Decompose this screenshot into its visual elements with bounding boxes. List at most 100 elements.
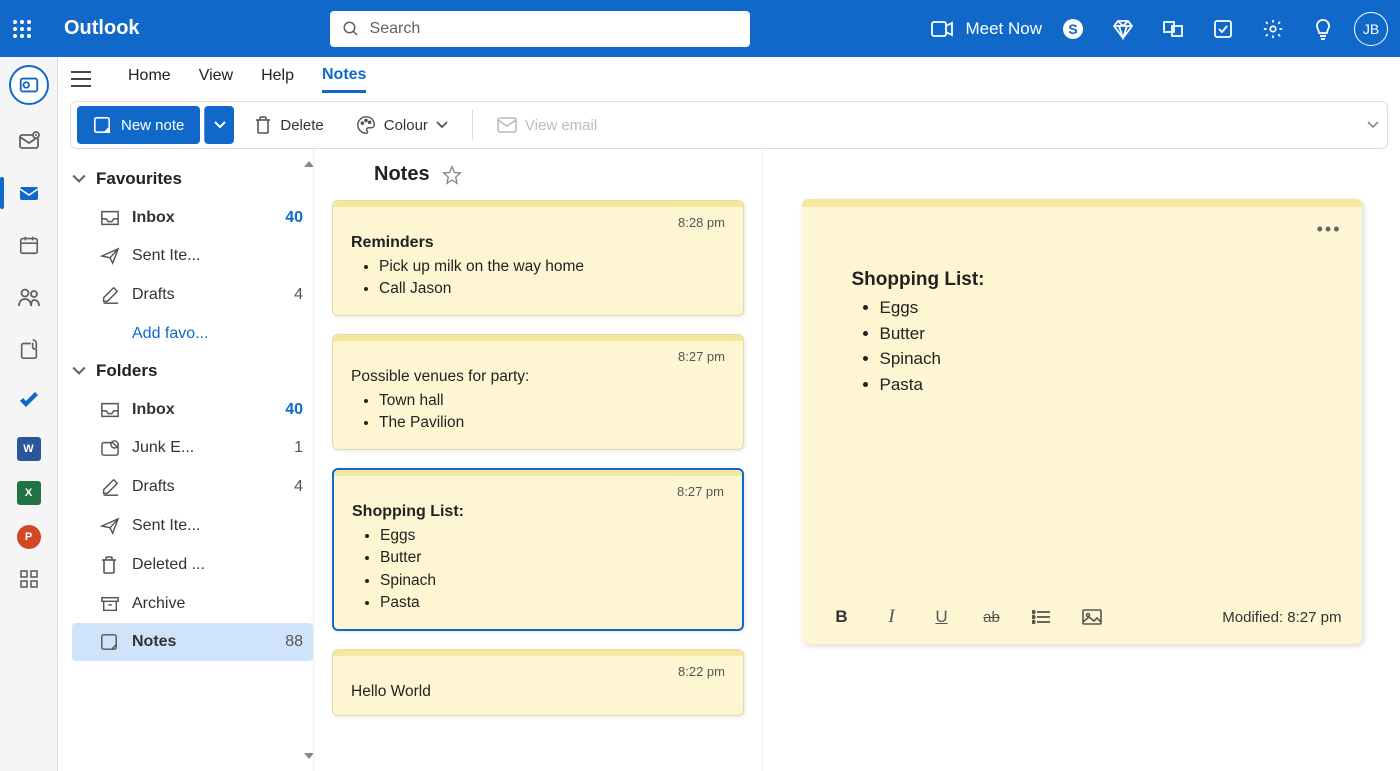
folder-label: Drafts — [132, 286, 282, 304]
rail-calendar-icon[interactable] — [9, 229, 49, 261]
folder-label: Inbox — [132, 401, 273, 419]
folder-item-inbox[interactable]: Inbox40 — [72, 199, 313, 237]
rail-todo-icon[interactable] — [9, 385, 49, 417]
format-image-button[interactable] — [1082, 609, 1102, 625]
tabs-row: Home View Help Notes — [58, 57, 1400, 101]
delete-label: Delete — [280, 117, 323, 134]
notes-list-title: Notes — [374, 163, 430, 186]
note-title: Shopping List: — [352, 503, 724, 521]
folder-label: Inbox — [132, 209, 273, 227]
folder-count: 88 — [285, 633, 303, 651]
note-editor-panel: ••• Shopping List: EggsButterSpinachPast… — [763, 149, 1400, 771]
video-icon — [931, 21, 953, 37]
favourites-header[interactable]: Favourites — [72, 161, 313, 199]
view-email-label: View email — [525, 117, 597, 134]
tab-home[interactable]: Home — [128, 67, 171, 91]
colour-label: Colour — [384, 117, 428, 134]
rail-excel-icon[interactable]: X — [17, 481, 41, 505]
format-strike-button[interactable]: ab — [982, 609, 1002, 626]
folder-item-junk-e-[interactable]: Junk E...1 — [72, 429, 313, 467]
format-list-button[interactable] — [1032, 610, 1052, 624]
folder-item-sent-ite-[interactable]: Sent Ite... — [72, 237, 313, 275]
account-avatar[interactable]: JB — [1354, 12, 1388, 46]
folder-label: Notes — [132, 633, 273, 651]
notes-icon — [100, 633, 120, 651]
editor-bullet-item: Eggs — [880, 295, 1312, 321]
tab-view[interactable]: View — [199, 67, 233, 91]
rail-new-mail-icon[interactable] — [9, 125, 49, 157]
note-icon — [93, 116, 111, 134]
favourites-label: Favourites — [96, 169, 182, 189]
note-card[interactable]: 8:22 pm Hello World — [332, 649, 744, 716]
note-time: 8:22 pm — [351, 664, 725, 679]
folder-item-notes[interactable]: Notes 88 — [72, 623, 313, 661]
settings-gear-icon[interactable] — [1262, 18, 1284, 40]
premium-icon[interactable] — [1112, 18, 1134, 40]
note-more-menu-icon[interactable]: ••• — [1317, 219, 1342, 240]
mail-icon — [497, 117, 517, 133]
folder-item-sent-ite-[interactable]: Sent Ite... — [72, 507, 313, 545]
rail-more-apps-icon[interactable] — [19, 569, 39, 589]
note-first-line: Hello World — [351, 683, 725, 701]
folder-item-drafts[interactable]: Drafts 4 — [72, 275, 313, 315]
chevron-down-icon — [436, 121, 448, 129]
new-note-label: New note — [121, 117, 184, 134]
tab-notes[interactable]: Notes — [322, 66, 366, 93]
skype-icon[interactable]: S — [1062, 18, 1084, 40]
folders-header[interactable]: Folders — [72, 353, 313, 391]
search-input[interactable]: Search — [330, 11, 750, 47]
add-favourite-label: Add favo... — [132, 325, 209, 343]
rail-files-icon[interactable] — [9, 333, 49, 365]
search-placeholder: Search — [370, 20, 421, 38]
colour-button[interactable]: Colour — [344, 106, 460, 144]
note-card[interactable]: 8:27 pmPossible venues for party:Town ha… — [332, 334, 744, 450]
format-italic-button[interactable]: I — [882, 606, 902, 628]
svg-text:S: S — [1068, 21, 1077, 37]
tips-bulb-icon[interactable] — [1312, 18, 1334, 40]
rail-mail-icon[interactable] — [9, 177, 49, 209]
rail-word-icon[interactable]: W — [17, 437, 41, 461]
rail-powerpoint-icon[interactable]: P — [17, 525, 41, 549]
delete-button[interactable]: Delete — [242, 106, 335, 144]
app-title: Outlook — [64, 17, 140, 40]
folder-item-deleted-[interactable]: Deleted ... — [72, 545, 313, 585]
note-title: Reminders — [351, 234, 725, 252]
folder-item-inbox[interactable]: Inbox 40 — [72, 391, 313, 429]
modified-timestamp: Modified: 8:27 pm — [1222, 609, 1341, 626]
folder-label: Archive — [132, 595, 303, 613]
note-content[interactable]: Shopping List: EggsButterSpinachPasta — [802, 199, 1362, 594]
outlook-app-icon[interactable] — [9, 65, 49, 105]
translate-icon[interactable] — [1162, 18, 1184, 40]
note-first-line: Possible venues for party: — [351, 368, 725, 386]
note-card[interactable]: 8:28 pm Reminders Pick up milk on the way … — [332, 200, 744, 316]
folder-count: 4 — [294, 286, 303, 304]
editor-bullet-item: Spinach — [880, 346, 1312, 372]
note-editor[interactable]: ••• Shopping List: EggsButterSpinachPast… — [802, 199, 1362, 644]
folder-item-archive[interactable]: Archive — [72, 585, 313, 623]
rail-people-icon[interactable] — [9, 281, 49, 313]
folder-label: Sent Ite... — [132, 517, 303, 535]
favourite-star-icon[interactable] — [442, 165, 462, 185]
folder-item-drafts[interactable]: Drafts4 — [72, 467, 313, 507]
format-underline-button[interactable]: U — [932, 607, 952, 627]
new-note-button[interactable]: New note — [77, 106, 200, 144]
toolbar-expand-icon[interactable] — [1367, 121, 1379, 129]
folder-label: Deleted ... — [132, 556, 303, 574]
folder-scrollbar[interactable] — [307, 161, 311, 759]
format-bold-button[interactable]: B — [832, 607, 852, 627]
add-favourite-link[interactable]: Add favo... — [72, 315, 313, 353]
inbox-icon — [100, 209, 120, 227]
new-note-dropdown[interactable] — [204, 106, 234, 144]
folder-count: 40 — [285, 401, 303, 419]
tab-help[interactable]: Help — [261, 67, 294, 91]
todo-header-icon[interactable] — [1212, 18, 1234, 40]
trash-icon — [254, 115, 272, 135]
editor-bullet-item: Pasta — [880, 372, 1312, 398]
note-time: 8:28 pm — [351, 215, 725, 230]
meet-now-button[interactable]: Meet Now — [931, 19, 1042, 39]
note-card[interactable]: 8:27 pmShopping List:EggsButterSpinachPa… — [332, 468, 744, 631]
app-launcher-icon[interactable] — [12, 19, 52, 39]
hamburger-icon[interactable] — [70, 70, 92, 88]
send-icon — [100, 517, 120, 535]
note-bullets: Pick up milk on the way homeCall Jason — [379, 256, 725, 301]
